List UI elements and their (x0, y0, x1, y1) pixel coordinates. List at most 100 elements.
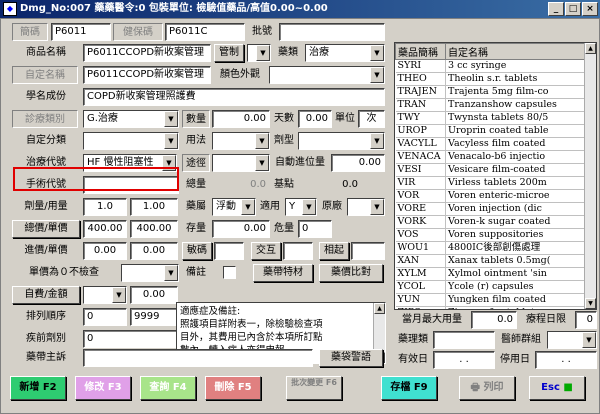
custom-name-field[interactable]: P6011CCOPD新收案管理 (83, 66, 211, 84)
control-button[interactable]: 管制 (214, 44, 244, 62)
doctor-dropdown[interactable]: ▼ (547, 331, 597, 349)
treat-code-dropdown[interactable]: HF 慢性阻塞性 ▼ (83, 154, 177, 172)
color-label: 顏色外觀 (220, 69, 260, 80)
delete-button[interactable]: 刪除 F5 (205, 376, 261, 400)
table-row[interactable]: VESI Vesicare film-coated (395, 163, 596, 177)
table-row[interactable]: XYLM Xylmol ointment 'sin (395, 267, 596, 281)
table-row[interactable]: VACYLL Vacyless film coated (395, 137, 596, 151)
drug-prop-dropdown[interactable]: 浮動 ▼ (212, 198, 256, 216)
save-button[interactable]: 存檔 F9 (381, 376, 437, 400)
drug-special-button[interactable]: 藥帶特材 (253, 264, 313, 282)
approval-field[interactable] (279, 23, 385, 41)
grid-scrollbar[interactable]: ▲ ▼ (584, 43, 596, 309)
order-field-1[interactable]: 0 (83, 308, 127, 326)
total-price-button[interactable]: 總價/單價 (12, 220, 80, 238)
esc-button[interactable]: Esc ■ (529, 376, 585, 400)
drug-list-grid[interactable]: 藥品簡稱 自定名稱 SYRI 3 cc syringe THEO Theolin s.… (394, 42, 597, 310)
table-row[interactable]: TRAJEN Trajenta 5mg film-co (395, 85, 596, 99)
total-price-field[interactable]: 400.00 (83, 220, 127, 238)
scroll-up-icon[interactable]: ▲ (374, 303, 385, 314)
similar-field[interactable] (351, 242, 385, 260)
unit-price-field[interactable]: 400.00 (130, 220, 178, 238)
danger-field[interactable]: 0 (298, 220, 332, 238)
control-dropdown[interactable]: ▼ (247, 44, 271, 62)
nhi-code-field[interactable]: P6011C (165, 23, 245, 41)
sensitive-field[interactable] (214, 242, 244, 260)
table-row[interactable]: VIR Virless tablets 200m (395, 176, 596, 190)
dose-field-1[interactable]: 1.0 (83, 198, 127, 216)
scroll-down-icon[interactable]: ▼ (585, 298, 596, 309)
query-button[interactable]: 查詢 F4 (140, 376, 196, 400)
surgery-field[interactable] (83, 176, 179, 194)
table-row[interactable]: XAN Xanax tablets 0.5mg( (395, 254, 596, 268)
memo-line: 照護項目詳附表一，除檢驗檢查項 (180, 319, 323, 330)
table-row[interactable]: SYRI 3 cc syringe (395, 59, 596, 73)
form-dropdown[interactable]: ▼ (298, 132, 385, 150)
auto-field[interactable]: 0.00 (331, 154, 385, 172)
table-row[interactable]: VORK Voren-k sugar coated (395, 215, 596, 229)
table-row[interactable]: VENACA Venacalo-b6 injectio (395, 150, 596, 164)
sensitive-button[interactable]: 敏碼 (182, 242, 212, 260)
days-field[interactable]: 0.00 (298, 110, 332, 128)
dosage-dropdown[interactable]: G.治療 ▼ (83, 110, 179, 128)
max-field[interactable]: 0.0 (471, 311, 517, 329)
print-button[interactable]: 🖶 列印 (459, 376, 515, 400)
maximize-button[interactable]: □ (565, 2, 581, 16)
modify-button[interactable]: 修改 F3 (75, 376, 131, 400)
price-compare-button[interactable]: 藥價比對 (319, 264, 383, 282)
apply-dropdown[interactable]: Y ▼ (285, 198, 317, 216)
drug-class-dropdown[interactable]: 治療 ▼ (305, 44, 385, 62)
selfpay-button[interactable]: 自費/金額 (12, 286, 80, 304)
valid-field[interactable]: . . (433, 351, 495, 369)
dose-field-2[interactable]: 1.00 (130, 198, 178, 216)
table-row[interactable]: TWY Twynsta tablets 80/5 (395, 111, 596, 125)
order-field-2[interactable]: 9999 (130, 308, 178, 326)
table-row[interactable]: VOS Voren suppositories (395, 228, 596, 242)
in-price-field-1[interactable]: 0.00 (83, 242, 127, 260)
add-button[interactable]: 新增 F2 (10, 376, 66, 400)
qty-field[interactable]: 0.00 (212, 110, 270, 128)
simple-name-field[interactable]: P6011 (51, 23, 111, 41)
table-row[interactable]: WOU1 4800IC後部創傷處理 (395, 241, 596, 255)
generic-field[interactable]: COPD新收案管理照護費 (83, 88, 385, 106)
selfpay-amount-field[interactable]: 0.00 (130, 286, 178, 304)
table-row[interactable]: TRAN Tranzanshow capsules (395, 98, 596, 112)
close-button[interactable]: × (582, 2, 598, 16)
table-row[interactable]: VOR Voren enteric-microe (395, 189, 596, 203)
remark-checkbox[interactable] (223, 266, 236, 279)
table-row[interactable]: UROP Uroprin coated table (395, 124, 596, 138)
pack-field[interactable] (83, 349, 313, 367)
batch-change-button[interactable]: 批次變更 F6 (286, 376, 342, 400)
table-row[interactable]: THEO Theolin s.r. tablets (395, 72, 596, 86)
similar-button[interactable]: 相起 (319, 242, 349, 260)
table-row[interactable]: YCOL Ycole (r) capsules (395, 280, 596, 294)
column-header-code[interactable]: 藥品簡稱 (395, 43, 446, 60)
minimize-button[interactable]: _ (548, 2, 564, 16)
table-row[interactable]: ZIPSZipsoon f.c. tablets (395, 306, 596, 309)
cell-name: Vacyless film coated (445, 137, 596, 151)
table-row[interactable]: VORE Voren injection (dic (395, 202, 596, 216)
stop-field[interactable]: . . (535, 351, 597, 369)
exchange-button[interactable]: 交互 (251, 242, 281, 260)
product-name-field[interactable]: P6011CCOPD新收案管理 (83, 44, 211, 62)
pack-warning-button[interactable]: 藥袋警語 (319, 349, 383, 367)
dosage-value: G.治療 (87, 113, 118, 124)
route-dropdown[interactable]: ▼ (212, 154, 270, 172)
orig-dropdown[interactable]: ▼ (347, 198, 385, 216)
in-price-field-2[interactable]: 0.00 (130, 242, 178, 260)
cell-name: 4800IC後部創傷處理 (445, 241, 596, 255)
pharma-field[interactable] (433, 331, 495, 349)
selfpay-dropdown[interactable]: ▼ (83, 286, 127, 304)
table-row[interactable]: YUN Yungken film coated (395, 293, 596, 307)
usage-dropdown[interactable]: ▼ (212, 132, 270, 150)
exchange-field[interactable] (283, 242, 313, 260)
unit-field[interactable]: 次 (358, 110, 385, 128)
column-header-name[interactable]: 自定名稱 (445, 43, 596, 60)
self-class-dropdown[interactable]: ▼ (83, 132, 179, 150)
course-field[interactable]: 0 (575, 311, 597, 329)
scroll-up-icon[interactable]: ▲ (585, 43, 596, 54)
unit-zero-dropdown[interactable]: ▼ (121, 264, 179, 282)
disease-field[interactable]: 0 (83, 330, 179, 348)
stock-field[interactable]: 0.00 (212, 220, 270, 238)
color-dropdown[interactable]: ▼ (269, 66, 385, 84)
